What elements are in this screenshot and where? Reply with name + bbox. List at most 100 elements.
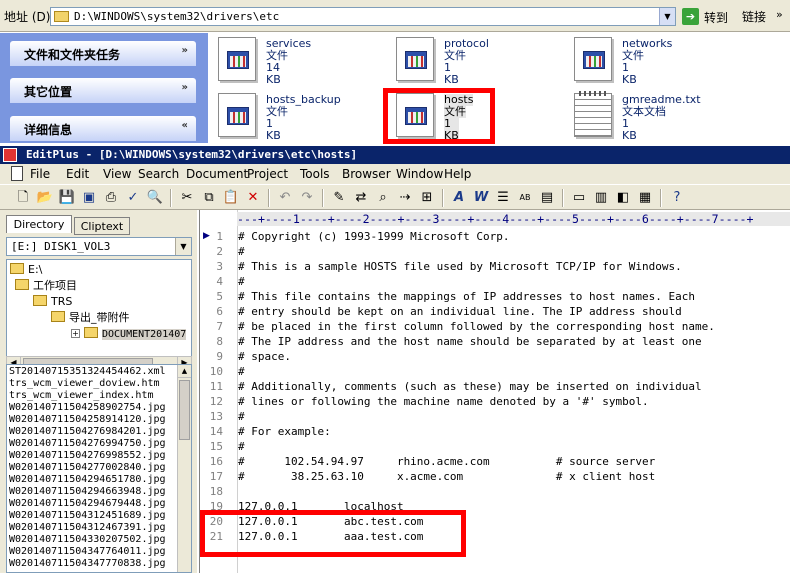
preview-icon[interactable]: 🔍 <box>146 189 164 207</box>
find-next-icon[interactable]: ⌕ <box>374 189 392 207</box>
file-list-item[interactable]: W020140711504312467391.jpg <box>9 522 166 533</box>
file-list-item[interactable]: W020140711504347764011.jpg <box>9 546 166 557</box>
address-input[interactable]: D:\WINDOWS\system32\drivers\etc ▼ <box>50 7 676 26</box>
abc-icon[interactable]: AB <box>516 189 534 207</box>
code-line[interactable]: # Copyright (c) 1993-1999 Microsoft Corp… <box>238 229 510 244</box>
menu-view[interactable]: View <box>103 167 131 181</box>
replace-icon[interactable]: ⇄ <box>352 189 370 207</box>
undo-icon[interactable]: ↶ <box>276 189 294 207</box>
code-line[interactable]: # 102.54.94.97 rhino.acme.com # source s… <box>238 454 655 469</box>
code-line[interactable]: # <box>238 274 245 289</box>
chevron-down-icon[interactable]: » <box>182 45 188 56</box>
font-icon[interactable]: A <box>450 189 468 207</box>
file-list-item[interactable]: W020140711504312451689.jpg <box>9 510 166 521</box>
menu-search[interactable]: Search <box>138 167 179 181</box>
menu-help[interactable]: Help <box>444 167 471 181</box>
links-button[interactable]: 链接 <box>742 8 766 25</box>
file-list-item[interactable]: W020140711504276984201.jpg <box>9 426 166 437</box>
file-list-item[interactable]: W020140711504276998552.jpg <box>9 450 166 461</box>
tree-node[interactable]: E:\ <box>10 262 42 278</box>
open-folder-icon[interactable]: 📂 <box>36 189 54 207</box>
chevron-down-icon[interactable]: ▼ <box>175 238 191 255</box>
scroll-up-icon[interactable]: ▲ <box>178 365 191 378</box>
code-line[interactable]: # <box>238 409 245 424</box>
print-icon[interactable]: ⎙ <box>102 189 120 207</box>
output-window-icon[interactable]: ▦ <box>636 189 654 207</box>
code-line[interactable]: # This file contains the mappings of IP … <box>238 289 695 304</box>
code-line[interactable]: # lines or following the machine name de… <box>238 394 649 409</box>
address-dropdown-button[interactable]: ▼ <box>659 8 675 25</box>
file-list-item[interactable]: trs_wcm_viewer_index.htm <box>9 390 154 401</box>
code-line[interactable]: # <box>238 439 245 454</box>
delete-icon[interactable]: ✕ <box>244 189 262 207</box>
task-other-places[interactable]: 其它位置 » <box>10 78 196 103</box>
code-line[interactable]: # 38.25.63.10 x.acme.com # x client host <box>238 469 655 484</box>
tree-node[interactable]: 工作项目 <box>15 278 77 294</box>
tree-node[interactable]: TRS <box>33 294 72 310</box>
code-line[interactable]: # space. <box>238 349 291 364</box>
tree-node[interactable]: + DOCUMENT201407 <box>71 326 187 342</box>
file-list-item[interactable]: W020140711504294663948.jpg <box>9 486 166 497</box>
indent-icon[interactable]: ☰ <box>494 189 512 207</box>
go-arrow-icon: ➔ <box>682 8 699 25</box>
menu-browser[interactable]: Browser <box>342 167 391 181</box>
redo-icon[interactable]: ↷ <box>298 189 316 207</box>
paste-icon[interactable]: 📋 <box>222 189 240 207</box>
code-line[interactable]: # be placed in the first column followed… <box>238 319 715 334</box>
expand-icon[interactable]: + <box>71 329 80 338</box>
line-number: 15 <box>209 440 223 453</box>
help-icon[interactable]: ? <box>668 189 686 207</box>
menu-project[interactable]: Project <box>247 167 288 181</box>
new-file-icon[interactable]: 🗋 <box>14 189 32 207</box>
file-list-item[interactable]: W020140711504276994750.jpg <box>9 438 166 449</box>
tab-directory[interactable]: Directory <box>6 215 72 233</box>
file-list-item[interactable]: W020140711504347770838.jpg <box>9 558 166 569</box>
find-icon[interactable]: ✎ <box>330 189 348 207</box>
go-button[interactable]: ➔ 转到 <box>682 7 738 27</box>
drive-select[interactable]: [E:] DISK1_VOL3 ▼ <box>6 237 192 256</box>
file-list-item[interactable]: W020140711504277002840.jpg <box>9 462 166 473</box>
copy-icon[interactable]: ⧉ <box>200 189 218 207</box>
file-size: 14 KB <box>266 61 281 86</box>
file-list-item[interactable]: W020140711504258914120.jpg <box>9 414 166 425</box>
task-details[interactable]: 详细信息 « <box>10 116 196 141</box>
file-list-item[interactable]: ST20140715351324454462.xml <box>9 366 166 377</box>
code-line[interactable]: # entry should be kept on an individual … <box>238 304 682 319</box>
tab-cliptext[interactable]: Cliptext <box>74 217 130 235</box>
menu-window[interactable]: Window <box>396 167 443 181</box>
cut-icon[interactable]: ✂ <box>178 189 196 207</box>
menu-edit[interactable]: Edit <box>66 167 89 181</box>
save-icon[interactable]: 💾 <box>58 189 76 207</box>
code-line[interactable]: # Additionally, comments (such as these)… <box>238 379 702 394</box>
save-all-icon[interactable]: ▣ <box>80 189 98 207</box>
document-icon[interactable] <box>11 166 23 181</box>
file-list-item[interactable]: W020140711504294651780.jpg <box>9 474 166 485</box>
bookmark-icon[interactable]: ⊞ <box>418 189 436 207</box>
line-number-icon[interactable]: ▭ <box>570 189 588 207</box>
menu-document[interactable]: Document <box>186 167 248 181</box>
spell-check-icon[interactable]: ✓ <box>124 189 142 207</box>
code-line[interactable]: # <box>238 364 245 379</box>
file-list-item[interactable]: W020140711504258902754.jpg <box>9 402 166 413</box>
goto-icon[interactable]: ⇢ <box>396 189 414 207</box>
vertical-scrollbar[interactable]: ▲ <box>177 365 191 572</box>
directory-window-icon[interactable]: ◧ <box>614 189 632 207</box>
clipboard-icon[interactable]: ▤ <box>538 189 556 207</box>
code-line[interactable]: # <box>238 244 245 259</box>
file-list-item[interactable]: W020140711504294679448.jpg <box>9 498 166 509</box>
file-list-item[interactable]: W020140711504330207502.jpg <box>9 534 166 545</box>
chevron-up-icon[interactable]: « <box>182 120 188 131</box>
code-line[interactable]: # For example: <box>238 424 331 439</box>
code-line[interactable]: # The IP address and the host name shoul… <box>238 334 702 349</box>
scroll-thumb[interactable] <box>179 380 190 440</box>
code-line[interactable]: # This is a sample HOSTS file used by Mi… <box>238 259 682 274</box>
chevron-down-icon[interactable]: » <box>182 82 188 93</box>
chevron-right-icon[interactable]: » <box>776 8 783 21</box>
file-list-item[interactable]: trs_wcm_viewer_doview.htm <box>9 378 160 389</box>
tree-node[interactable]: 导出_带附件 <box>51 310 130 326</box>
menu-tools[interactable]: Tools <box>300 167 330 181</box>
word-wrap-icon[interactable]: W <box>472 189 490 207</box>
task-file-folder[interactable]: 文件和文件夹任务 » <box>10 41 196 66</box>
ruler-icon[interactable]: ▥ <box>592 189 610 207</box>
menu-file[interactable]: File <box>30 167 50 181</box>
